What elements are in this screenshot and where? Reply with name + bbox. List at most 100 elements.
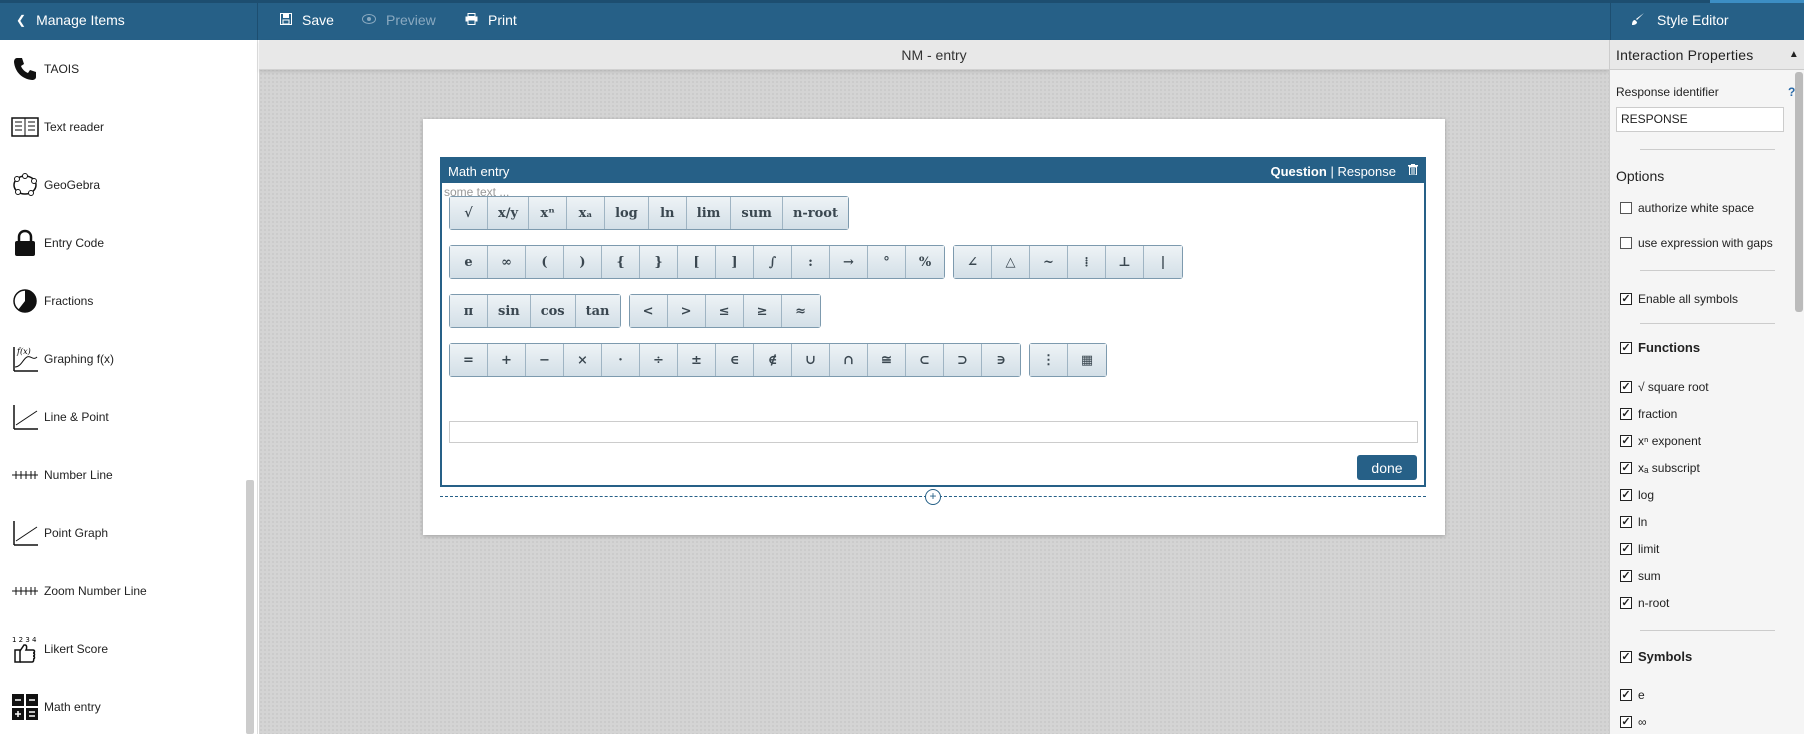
sidebar-item-number-line[interactable]: Number Line bbox=[0, 446, 244, 504]
math-key[interactable]: ∞ bbox=[488, 246, 526, 278]
style-editor-button[interactable]: Style Editor bbox=[1610, 0, 1804, 40]
math-key[interactable]: ÷ bbox=[640, 344, 678, 376]
white-space-checkbox[interactable]: authorize white space bbox=[1620, 201, 1754, 215]
math-key[interactable]: [ bbox=[678, 246, 716, 278]
math-key[interactable]: ≅ bbox=[868, 344, 906, 376]
math-key[interactable]: > bbox=[667, 295, 706, 327]
sidebar-item-graphing[interactable]: f(x) Graphing f(x) bbox=[0, 330, 244, 388]
math-key[interactable]: = bbox=[450, 344, 488, 376]
math-key[interactable]: ⋮ bbox=[1030, 344, 1068, 376]
functions-checkbox[interactable]: ✓ Functions bbox=[1620, 340, 1700, 355]
math-key[interactable]: ∈ bbox=[716, 344, 754, 376]
math-key[interactable]: n-root bbox=[782, 197, 848, 229]
symbol-checkbox[interactable]: ✓ ∞ bbox=[1620, 715, 1647, 729]
sidebar-item-text-reader[interactable]: Text reader bbox=[0, 98, 244, 156]
save-button[interactable]: Save bbox=[280, 0, 334, 40]
symbol-checkbox[interactable]: ✓ e bbox=[1620, 688, 1645, 702]
math-key[interactable]: sin bbox=[488, 295, 531, 327]
sidebar-item-math-entry[interactable]: Math entry bbox=[0, 678, 244, 734]
sidebar-item-taois[interactable]: TAOIS bbox=[0, 40, 244, 98]
math-key[interactable]: xⁿ bbox=[529, 197, 568, 229]
math-entry-widget[interactable]: Math entry Question | Response some text… bbox=[440, 157, 1426, 487]
math-key[interactable]: ⊥ bbox=[1106, 246, 1144, 278]
function-checkbox[interactable]: ✓ log bbox=[1620, 488, 1654, 502]
sidebar-scrollbar[interactable] bbox=[246, 480, 254, 734]
chevron-up-icon[interactable]: ▲ bbox=[1789, 49, 1799, 60]
math-key[interactable]: √ bbox=[450, 197, 488, 229]
math-key[interactable]: sum bbox=[731, 197, 783, 229]
math-key[interactable]: ≤ bbox=[705, 295, 744, 327]
math-key[interactable]: % bbox=[906, 246, 944, 278]
print-button[interactable]: Print bbox=[465, 0, 517, 40]
math-key[interactable]: + bbox=[488, 344, 526, 376]
sidebar-item-line-point[interactable]: Line & Point bbox=[0, 388, 244, 446]
interaction-properties-header[interactable]: Interaction Properties ▲ bbox=[1610, 40, 1804, 70]
math-key[interactable]: ⊃ bbox=[944, 344, 982, 376]
function-checkbox[interactable]: ✓ xⁿ exponent bbox=[1620, 434, 1701, 448]
math-key[interactable]: ln bbox=[648, 197, 687, 229]
math-key[interactable]: ⊂ bbox=[906, 344, 944, 376]
math-key[interactable]: x/y bbox=[488, 197, 530, 229]
math-key[interactable]: ≥ bbox=[743, 295, 782, 327]
math-key[interactable]: → bbox=[830, 246, 868, 278]
math-key[interactable]: ∠ bbox=[954, 246, 992, 278]
function-checkbox[interactable]: ✓ √ square root bbox=[1620, 380, 1709, 394]
manage-items-button[interactable]: ❮ Manage Items bbox=[0, 0, 258, 40]
math-key[interactable]: π bbox=[450, 295, 488, 327]
preview-button[interactable]: Preview bbox=[362, 0, 436, 40]
math-key[interactable]: △ bbox=[992, 246, 1030, 278]
math-key[interactable]: ≈ bbox=[781, 295, 820, 327]
math-key[interactable]: lim bbox=[686, 197, 732, 229]
math-key[interactable]: ) bbox=[564, 246, 602, 278]
math-key[interactable]: ~ bbox=[1030, 246, 1068, 278]
math-key[interactable]: ° bbox=[868, 246, 906, 278]
math-key[interactable]: : bbox=[792, 246, 830, 278]
math-key[interactable]: e bbox=[450, 246, 488, 278]
plus-icon[interactable]: + bbox=[925, 489, 941, 505]
math-key[interactable]: × bbox=[564, 344, 602, 376]
math-key[interactable]: − bbox=[526, 344, 564, 376]
response-tab[interactable]: Response bbox=[1337, 164, 1396, 179]
function-checkbox[interactable]: ✓ n-root bbox=[1620, 596, 1669, 610]
sidebar-item-point-graph[interactable]: Point Graph bbox=[0, 504, 244, 562]
panel-scrollbar[interactable] bbox=[1795, 72, 1803, 312]
enable-all-symbols-checkbox[interactable]: ✓ Enable all symbols bbox=[1620, 292, 1738, 306]
math-key[interactable]: ( bbox=[526, 246, 564, 278]
math-key[interactable]: ] bbox=[716, 246, 754, 278]
sidebar-item-zoom-number-line[interactable]: Zoom Number Line bbox=[0, 562, 244, 620]
math-key[interactable]: cos bbox=[530, 295, 576, 327]
math-key[interactable]: ▦ bbox=[1068, 344, 1106, 376]
math-key[interactable]: log bbox=[605, 197, 649, 229]
math-key[interactable]: ∫ bbox=[754, 246, 792, 278]
math-key[interactable]: } bbox=[640, 246, 678, 278]
math-key[interactable]: | bbox=[1144, 246, 1182, 278]
function-checkbox[interactable]: ✓ limit bbox=[1620, 542, 1659, 556]
math-key[interactable]: ⁞ bbox=[1068, 246, 1106, 278]
math-key[interactable]: ∪ bbox=[792, 344, 830, 376]
function-checkbox[interactable]: ✓ xₐ subscript bbox=[1620, 461, 1700, 475]
math-key[interactable]: ∩ bbox=[830, 344, 868, 376]
math-key[interactable]: ± bbox=[678, 344, 716, 376]
gaps-checkbox[interactable]: use expression with gaps bbox=[1620, 236, 1773, 250]
done-button[interactable]: done bbox=[1357, 455, 1417, 480]
question-tab[interactable]: Question bbox=[1270, 164, 1326, 179]
sidebar-item-geogebra[interactable]: GeoGebra bbox=[0, 156, 244, 214]
math-key[interactable]: · bbox=[602, 344, 640, 376]
help-icon[interactable]: ? bbox=[1788, 85, 1795, 99]
math-key[interactable]: { bbox=[602, 246, 640, 278]
math-key[interactable]: xₐ bbox=[567, 197, 606, 229]
sidebar-item-fractions[interactable]: Fractions bbox=[0, 272, 244, 330]
math-key[interactable]: < bbox=[629, 295, 668, 327]
sidebar-item-likert-score[interactable]: 1 2 3 4 Likert Score bbox=[0, 620, 244, 678]
math-key[interactable]: tan bbox=[575, 295, 620, 327]
trash-icon[interactable] bbox=[1408, 164, 1418, 178]
symbols-checkbox[interactable]: ✓ Symbols bbox=[1620, 649, 1692, 664]
math-key[interactable]: ∋ bbox=[982, 344, 1020, 376]
sidebar-item-entry-code[interactable]: Entry Code bbox=[0, 214, 244, 272]
response-identifier-input[interactable]: RESPONSE bbox=[1616, 107, 1784, 132]
math-key[interactable]: ∉ bbox=[754, 344, 792, 376]
math-answer-input[interactable] bbox=[449, 421, 1418, 443]
function-checkbox[interactable]: ✓ ln bbox=[1620, 515, 1647, 529]
function-checkbox[interactable]: ✓ sum bbox=[1620, 569, 1661, 583]
function-checkbox[interactable]: ✓ fraction bbox=[1620, 407, 1677, 421]
